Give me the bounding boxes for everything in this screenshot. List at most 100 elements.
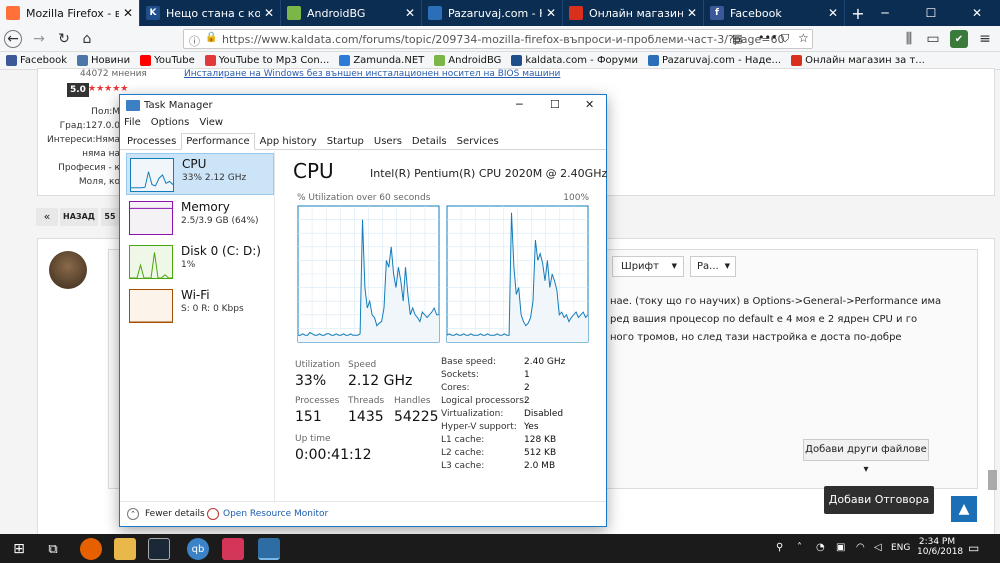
pager-page[interactable]: 55 [101,208,119,226]
tab-close-icon[interactable]: ✕ [264,6,274,20]
minimize-icon[interactable]: ─ [862,0,908,26]
tm-tab-startup[interactable]: Startup [322,133,369,150]
tm-tab-services[interactable]: Services [452,133,504,150]
bookmark-2[interactable]: YouTube [140,55,195,66]
size-select[interactable]: Ра... ▼ [690,256,736,277]
speed-value: 2.12 GHz [348,373,413,389]
browser-tab-4[interactable]: Онлайн магазин за тех ✕ [563,0,704,26]
pocket-icon[interactable]: ⛉ [781,32,789,46]
browser-tab-2[interactable]: AndroidBG ✕ [281,0,422,26]
scroll-top-button[interactable]: ▲ [951,496,977,522]
bookmark-8[interactable]: Онлайн магазин за т... [791,55,925,66]
pager-back[interactable]: НАЗАД [60,208,98,226]
profile-line: Интереси:Няма [47,135,120,145]
reload-icon[interactable]: ↻ [55,30,73,48]
maximize-icon[interactable]: ☐ [908,0,954,26]
resource-memory[interactable]: Memory 2.5/3.9 GB (64%) [126,197,274,239]
page-scrollbar[interactable] [988,470,997,490]
browser-tab-5[interactable]: f Facebook ✕ [704,0,845,26]
tm-tab-users[interactable]: Users [369,133,407,150]
tm-maximize-icon[interactable]: ☐ [550,98,560,111]
tm-menu-options[interactable]: Options [151,117,190,133]
volume-icon[interactable]: ◁ [874,542,882,553]
file-explorer-icon[interactable] [114,538,136,560]
bookmark-1[interactable]: Новини [77,55,130,66]
resource-disk[interactable]: Disk 0 (C: D:) 1% [126,241,274,283]
tray-app-icon[interactable]: ▣ [836,542,845,553]
fewer-details-link[interactable]: Fewer details [145,509,205,519]
bookmark-5[interactable]: AndroidBG [434,55,501,66]
task-view-icon[interactable]: ⧉ [42,538,64,560]
home-icon[interactable]: ⌂ [78,30,96,48]
reader-view-icon[interactable]: ▤ [732,32,742,45]
tm-tab-details[interactable]: Details [407,133,452,150]
back-icon[interactable]: ← [4,30,22,48]
tab-close-icon[interactable]: ✕ [828,6,838,20]
info-icon[interactable]: ⓘ [189,33,200,49]
tab-label: Pazaruvaj.com - Надеж [448,6,542,20]
chevron-up-icon[interactable]: ⌃ [127,508,139,520]
clock[interactable]: 2:34 PM 10/6/2018 [917,537,963,557]
resource-sparkline [130,252,172,279]
network-icon[interactable]: ◔ [816,542,825,553]
close-icon[interactable]: ✕ [954,0,1000,26]
tm-tab-app-history[interactable]: App history [255,133,322,150]
sidebar-icon[interactable]: ▭ [924,30,942,48]
forward-icon[interactable]: → [30,30,48,48]
tab-close-icon[interactable]: ✕ [546,6,556,20]
menu-icon[interactable]: ≡ [976,30,994,48]
browser-tab-1[interactable]: K Нещо стана с компют ✕ [140,0,281,26]
wifi-icon[interactable]: ◠ [856,542,865,553]
library-icon[interactable]: ⫼ [900,30,918,48]
resource-wifi[interactable]: Wi-Fi S: 0 R: 0 Kbps [126,285,274,327]
avatar [49,251,87,289]
notifications-icon[interactable]: ▭ [968,541,979,555]
resource-list: CPU 33% 2.12 GHz Memory 2.5/3.9 GB (64%) Dis… [120,151,275,501]
browser-tab-0[interactable]: Mozilla Firefox - въпроси ✕ [0,0,140,26]
tray-up-icon[interactable]: ˄ [797,542,802,553]
add-files-button[interactable]: Добави други файлове ▾ [803,439,929,475]
bookmark-3[interactable]: YouTube to Mp3 Con... [204,55,329,66]
bookmark-6[interactable]: kaldata.com - Форуми [511,55,638,66]
media-app-icon[interactable] [222,538,244,560]
steam-icon[interactable] [148,538,170,560]
bookmark-favicon-icon [204,55,216,66]
tm-tab-performance[interactable]: Performance [181,133,255,150]
people-icon[interactable]: ⚲ [776,542,783,553]
spec-value: 512 KB [524,448,557,458]
tab-label: Facebook [730,6,782,20]
firefox-icon[interactable] [80,538,102,560]
url-bar[interactable]: ⓘ 🔒 https://www.kaldata.com/forums/topic… [183,29,813,49]
tm-minimize-icon[interactable]: ─ [516,98,523,111]
tm-tab-processes[interactable]: Processes [122,133,181,150]
font-select[interactable]: Шрифт ▼ [612,256,684,277]
tab-close-icon[interactable]: ✕ [405,6,415,20]
language-indicator[interactable]: ENG [891,543,910,553]
resource-name: Wi-Fi [181,288,210,302]
spec-label: L2 cache: [441,448,485,458]
tab-close-icon[interactable]: ✕ [687,6,697,20]
bookmark-7[interactable]: Pazaruvaj.com - Наде... [647,55,781,66]
page-actions-icon[interactable]: ••• [758,31,777,44]
bookmark-star-icon[interactable]: ☆ [798,31,809,45]
extension-shield-icon[interactable]: ✔ [950,30,968,48]
tm-menu-view[interactable]: View [199,117,223,133]
signature-link[interactable]: Инсталиране на Windows без външен инстал… [184,69,560,79]
resource-name: CPU [182,157,207,171]
bookmark-0[interactable]: Facebook [6,55,67,66]
task-manager-titlebar[interactable]: Task Manager ─ ☐ ✕ [120,95,606,117]
tab-close-icon[interactable]: ✕ [123,6,133,20]
profile-line: Моля, ко [78,177,120,187]
pager-first[interactable]: « [36,208,58,226]
resource-cpu[interactable]: CPU 33% 2.12 GHz [126,153,274,195]
post-line: ного тромов, но след тази настройка е до… [610,332,902,343]
task-manager-taskbar-icon[interactable] [258,538,280,560]
start-icon[interactable]: ⊞ [8,538,30,560]
qbittorrent-icon[interactable]: qb [187,538,209,560]
add-reply-button[interactable]: Добави Отговора [824,486,934,514]
tm-close-icon[interactable]: ✕ [585,98,594,111]
browser-tab-3[interactable]: Pazaruvaj.com - Надеж ✕ [422,0,563,26]
tm-menu-file[interactable]: File [124,117,141,133]
bookmark-4[interactable]: Zamunda.NET [339,55,424,66]
open-resource-monitor-link[interactable]: Open Resource Monitor [223,509,328,519]
